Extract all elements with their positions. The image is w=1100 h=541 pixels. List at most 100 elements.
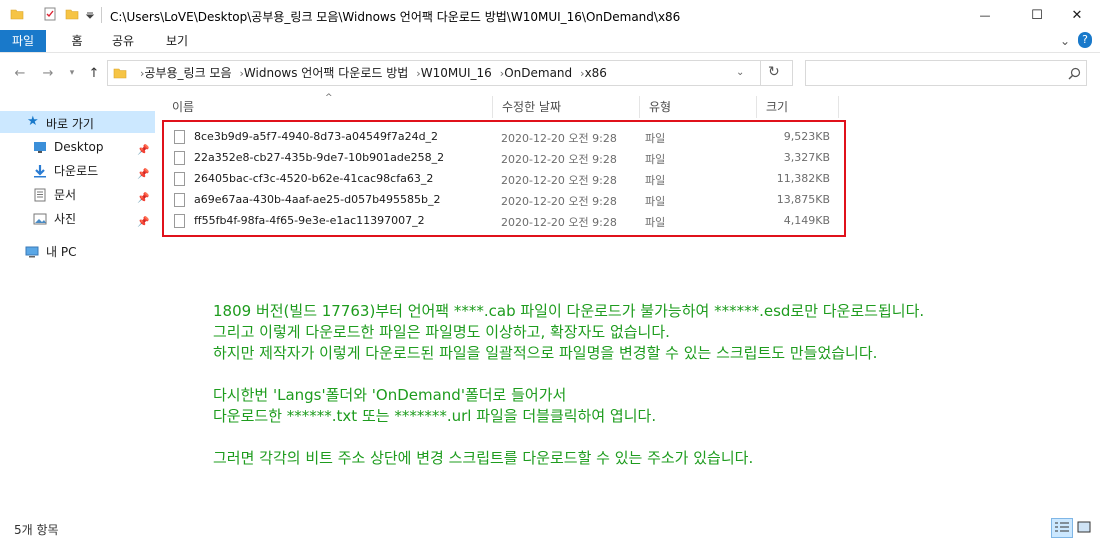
annotation-line: 다운로드한 ******.txt 또는 *******.url 파일을 더블클릭… [213, 407, 657, 425]
annotation-line: 하지만 제작자가 이렇게 다운로드된 파일을 일괄적으로 파일명을 변경할 수 … [213, 344, 878, 362]
file-size: 11,382KB [776, 172, 830, 185]
annotation-text: 1809 버전(빌드 17763)부터 언어팩 ****.cab 파일이 다운로… [213, 301, 924, 469]
table-row[interactable]: ff55fb4f-98fa-4f65-9e3e-e1ac11397007_2 2… [164, 211, 844, 232]
file-name: a69e67aa-430b-4aaf-ae25-d057b495585b_2 [194, 193, 441, 206]
sidebar-item-this-pc[interactable]: 내 PC [0, 241, 155, 263]
file-size: 4,149KB [783, 214, 830, 227]
file-date: 2020-12-20 오전 9:28 [501, 153, 617, 166]
file-icon [174, 193, 185, 207]
pictures-icon [33, 213, 47, 225]
back-button[interactable]: ← [12, 65, 28, 81]
pin-icon: 📌 [137, 145, 150, 156]
sidebar-item-documents[interactable]: 문서 📌 [0, 184, 155, 206]
refresh-icon[interactable]: ↻ [768, 64, 780, 80]
pin-icon: 📌 [137, 169, 150, 180]
file-type: 파일 [645, 153, 666, 166]
address-divider [760, 61, 761, 85]
up-button[interactable]: ↑ [86, 65, 102, 81]
pin-icon: 📌 [137, 217, 150, 228]
desktop-icon [34, 142, 46, 153]
tab-file[interactable]: 파일 [0, 30, 46, 52]
help-button[interactable]: ? [1078, 32, 1092, 48]
large-icons-view-button[interactable] [1074, 518, 1096, 538]
sidebar-item-downloads[interactable]: 다운로드 📌 [0, 160, 155, 182]
file-type: 파일 [645, 132, 666, 145]
file-icon [174, 172, 185, 186]
sidebar-item-label: 바로 가기 [46, 117, 94, 131]
navigation-pane: ★ 바로 가기 Desktop 📌 다운로드 📌 문서 📌 사진 📌 내 PC [0, 96, 155, 506]
minimize-button[interactable]: — [962, 0, 1008, 30]
breadcrumb-item[interactable]: Widnows 언어팩 다운로드 방법 [244, 66, 408, 80]
breadcrumb-item[interactable]: x86 [585, 66, 607, 80]
new-folder-icon[interactable] [65, 7, 79, 21]
sidebar-item-label: 사진 [54, 212, 77, 226]
properties-icon[interactable] [43, 7, 57, 21]
sidebar-item-label: Desktop [54, 140, 104, 154]
computer-icon [25, 246, 39, 258]
chevron-down-icon: ▾ [69, 68, 75, 78]
item-count: 5개 항목 [14, 523, 59, 537]
table-row[interactable]: a69e67aa-430b-4aaf-ae25-d057b495585b_2 2… [164, 190, 844, 211]
file-name: ff55fb4f-98fa-4f65-9e3e-e1ac11397007_2 [194, 214, 425, 227]
tab-share[interactable]: 공유 [108, 30, 138, 52]
sidebar-item-quick-access[interactable]: ★ 바로 가기 [0, 111, 155, 133]
sidebar-item-desktop[interactable]: Desktop 📌 [0, 136, 155, 158]
table-row[interactable]: 22a352e8-cb27-435b-9de7-10b901ade258_2 2… [164, 148, 844, 169]
tab-home[interactable]: 홈 [66, 30, 88, 52]
file-icon [174, 214, 185, 228]
file-icon [174, 130, 185, 144]
ribbon: 파일 홈 공유 보기 ⌄ ? [0, 30, 1100, 53]
breadcrumb-item[interactable]: 공부용_링크 모음 [144, 66, 231, 80]
sidebar-item-label: 문서 [54, 188, 77, 202]
search-box[interactable] [805, 60, 1087, 86]
forward-button[interactable]: → [40, 65, 56, 81]
details-view-icon [1055, 522, 1069, 532]
address-bar[interactable]: ›공부용_링크 모음 ›Widnows 언어팩 다운로드 방법 ›W10MUI_16… [107, 60, 793, 86]
file-size: 9,523KB [783, 130, 830, 143]
pin-icon: 📌 [137, 193, 150, 204]
star-icon: ★ [27, 114, 39, 129]
sidebar-item-label: 내 PC [46, 245, 77, 259]
column-header-name[interactable]: 이름 [163, 96, 493, 118]
column-header-type[interactable]: 유형 [640, 96, 757, 118]
arrow-left-icon: ← [14, 65, 26, 81]
file-date: 2020-12-20 오전 9:28 [501, 174, 617, 187]
file-date: 2020-12-20 오전 9:28 [501, 216, 617, 229]
annotation-line: 그러면 각각의 비트 주소 상단에 변경 스크립트를 다운로드할 수 있는 주소… [213, 449, 754, 467]
folder-icon [10, 9, 24, 20]
details-view-button[interactable] [1051, 518, 1073, 538]
ribbon-expand-button[interactable]: ⌄ [1058, 30, 1072, 52]
close-button[interactable]: ✕ [1054, 0, 1100, 30]
tab-view[interactable]: 보기 [162, 30, 192, 52]
minimize-icon: — [979, 8, 991, 22]
customize-qa-icon[interactable] [85, 7, 95, 21]
file-name: 22a352e8-cb27-435b-9de7-10b901ade258_2 [194, 151, 445, 164]
maximize-icon: ☐ [1031, 7, 1043, 23]
table-row[interactable]: 26405bac-cf3c-4520-b62e-41cac98cfa63_2 2… [164, 169, 844, 190]
file-name: 8ce3b9d9-a5f7-4940-8d73-a04549f7a24d_2 [194, 130, 439, 143]
close-icon: ✕ [1071, 7, 1083, 23]
sidebar-item-pictures[interactable]: 사진 📌 [0, 208, 155, 230]
file-date: 2020-12-20 오전 9:28 [501, 132, 617, 145]
download-icon [34, 165, 46, 178]
status-bar: 5개 항목 [0, 515, 1100, 541]
table-row[interactable]: 8ce3b9d9-a5f7-4940-8d73-a04549f7a24d_2 2… [164, 127, 844, 148]
file-type: 파일 [645, 216, 666, 229]
search-icon[interactable] [1068, 67, 1081, 80]
breadcrumb-item[interactable]: OnDemand [504, 66, 572, 80]
file-type: 파일 [645, 195, 666, 208]
file-icon [174, 151, 185, 165]
arrow-right-icon: → [42, 65, 54, 81]
column-header-date[interactable]: 수정한 날짜 [493, 96, 640, 118]
recent-locations-button[interactable]: ▾ [64, 65, 80, 81]
file-size: 13,875KB [776, 193, 830, 206]
annotation-line: 1809 버전(빌드 17763)부터 언어팩 ****.cab 파일이 다운로… [213, 302, 925, 320]
file-name: 26405bac-cf3c-4520-b62e-41cac98cfa63_2 [194, 172, 434, 185]
search-input[interactable] [808, 63, 1062, 85]
breadcrumb-item[interactable]: W10MUI_16 [421, 66, 492, 80]
address-dropdown-icon[interactable]: ⌄ [736, 67, 744, 78]
window-title: C:\Users\LoVE\Desktop\공부용_링크 모음\Widnows … [110, 10, 681, 24]
arrow-up-icon: ↑ [88, 65, 100, 81]
column-header-size[interactable]: 크기 [757, 96, 839, 118]
breadcrumb: ›공부용_링크 모음 ›Widnows 언어팩 다운로드 방법 ›W10MUI_16… [132, 61, 607, 85]
